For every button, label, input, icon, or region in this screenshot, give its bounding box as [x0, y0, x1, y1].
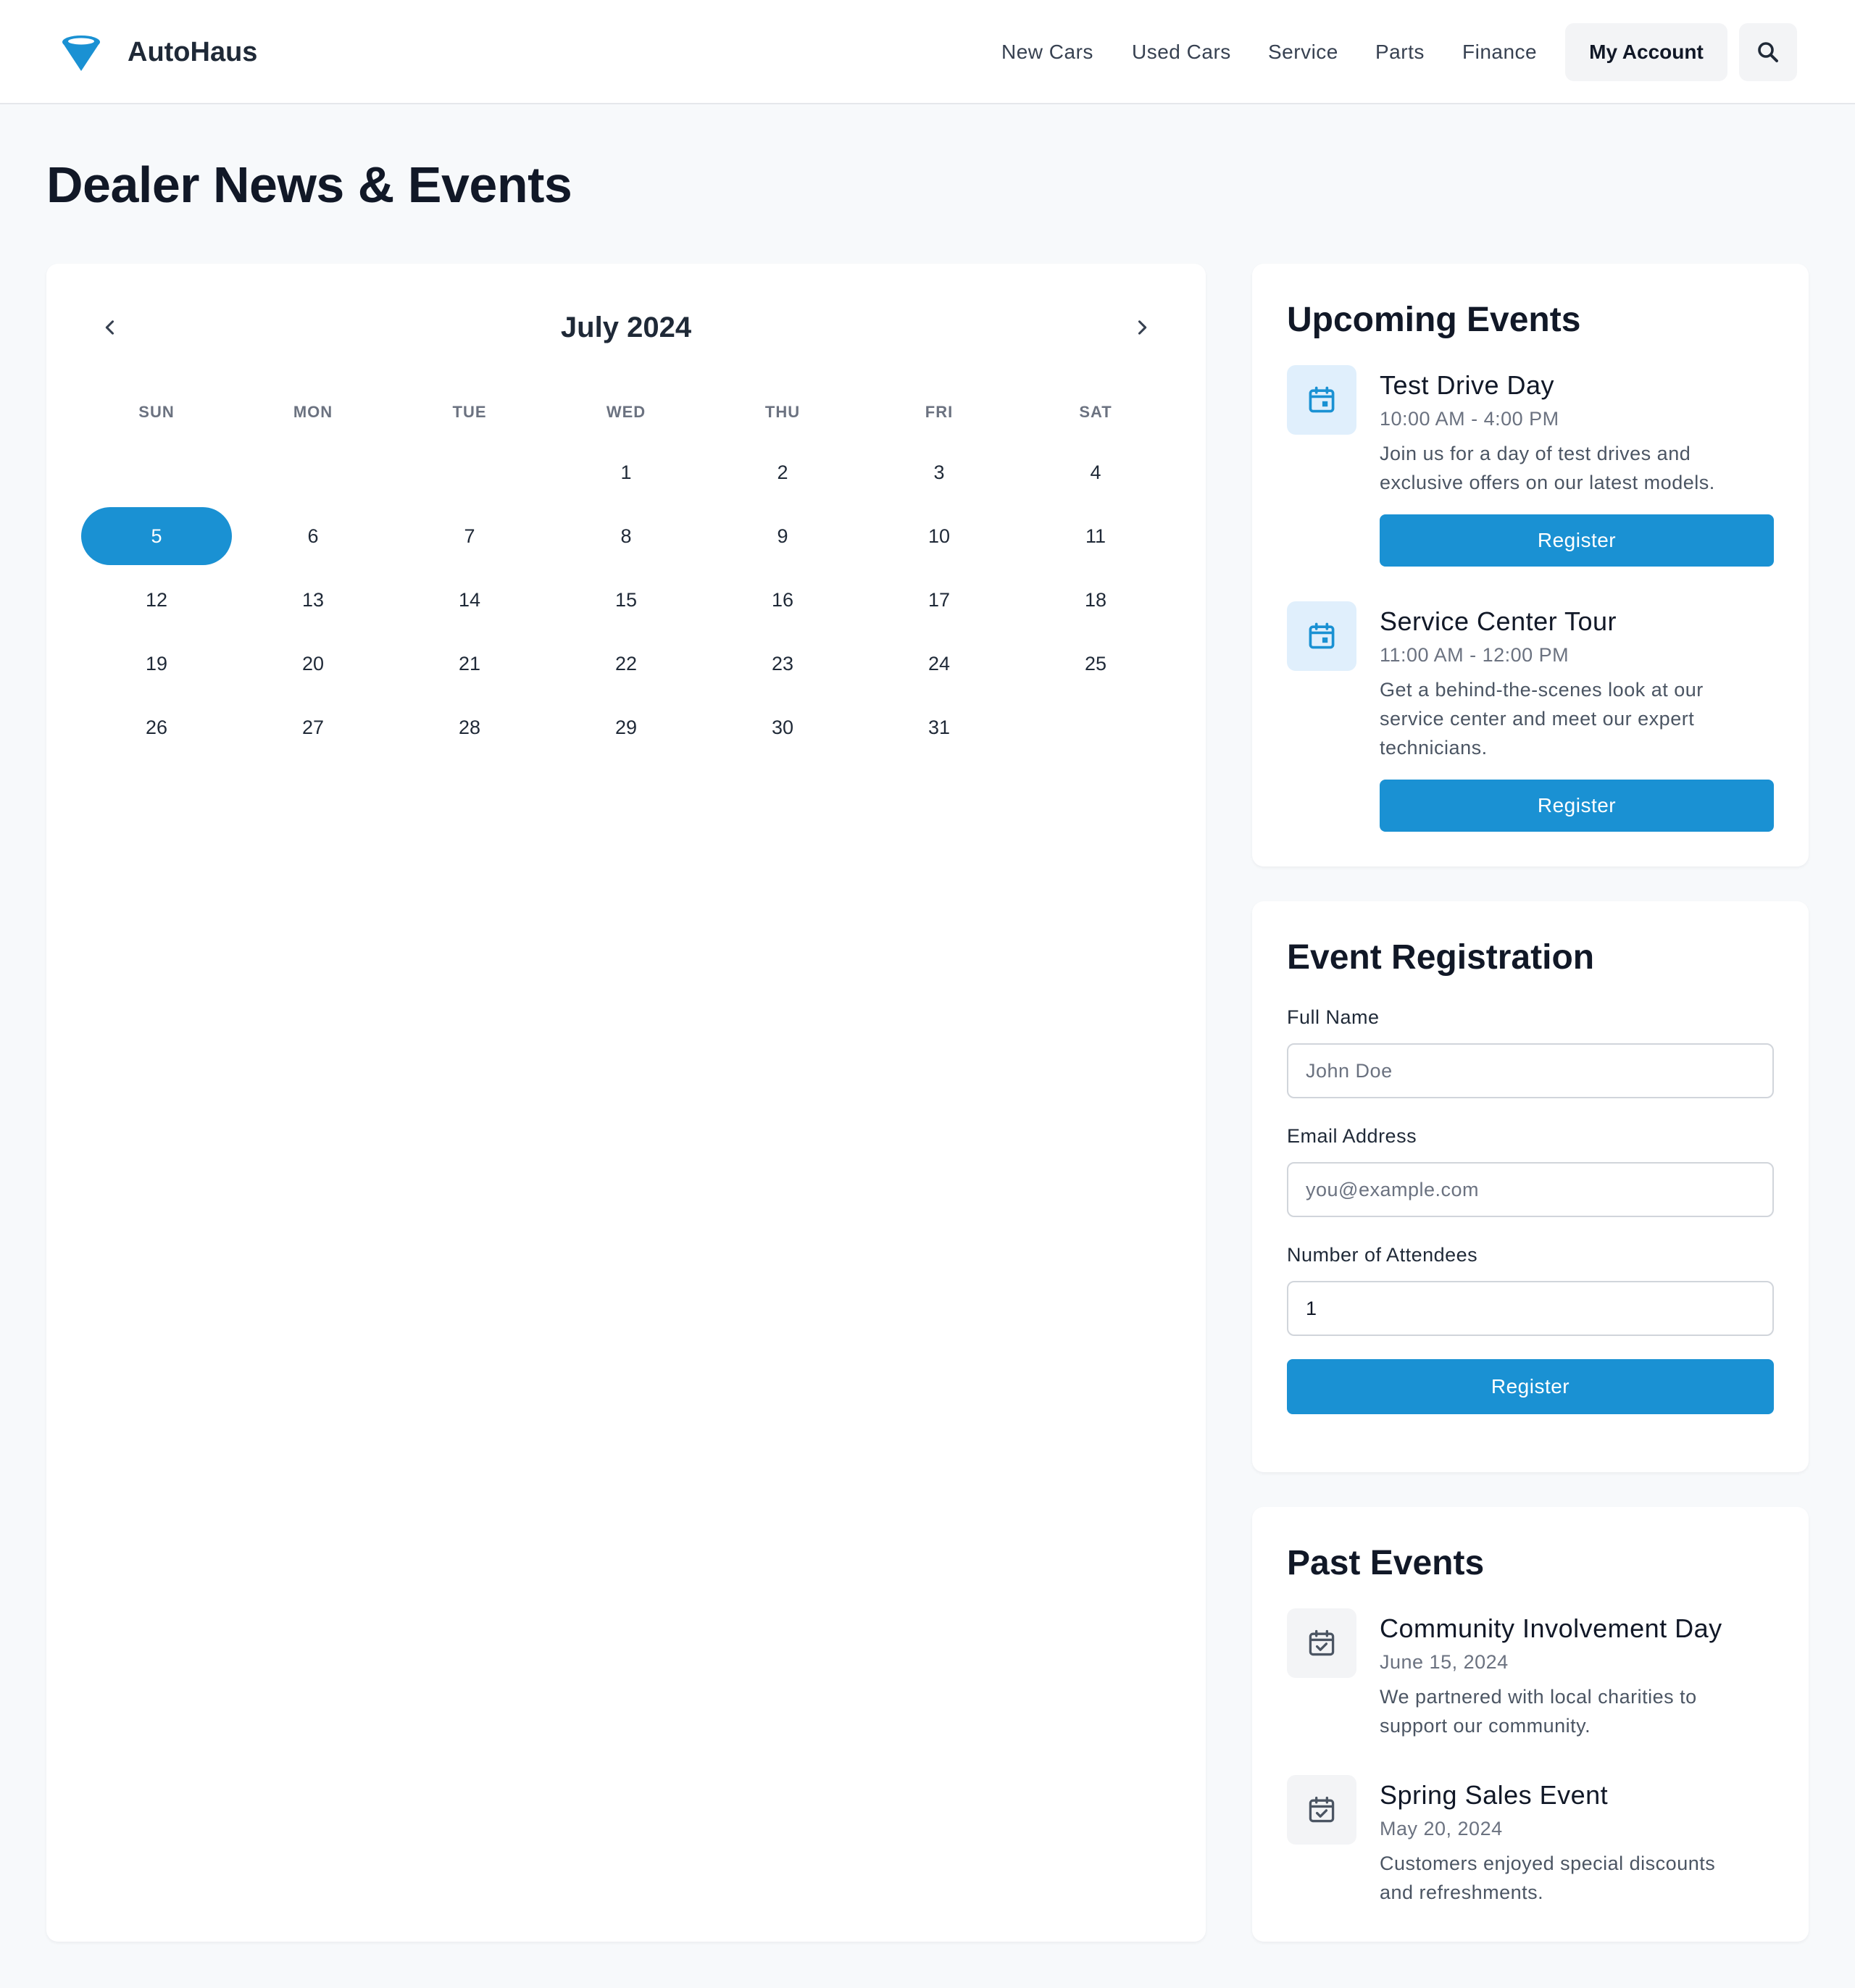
funnel-logo-icon[interactable]	[61, 32, 101, 72]
calendar-day[interactable]: 12	[81, 571, 232, 629]
calendar-day[interactable]: 5	[81, 507, 232, 565]
calendar-day[interactable]: 27	[238, 698, 388, 756]
nav-finance[interactable]: Finance	[1462, 36, 1537, 68]
calendar-day[interactable]: 6	[238, 507, 388, 565]
calendar-day[interactable]: 17	[864, 571, 1014, 629]
calendar-day[interactable]: 2	[707, 443, 858, 501]
calendar-day[interactable]: 9	[707, 507, 858, 565]
event-time: 10:00 AM - 4:00 PM	[1380, 408, 1559, 430]
calendar-day[interactable]: 24	[864, 635, 1014, 693]
past-events-title: Past Events	[1287, 1544, 1485, 1582]
weekday-mon: MON	[293, 403, 333, 421]
weekday-fri: FRI	[925, 403, 954, 421]
past-event-date: May 20, 2024	[1380, 1818, 1503, 1839]
calendar-day[interactable]: 13	[238, 571, 388, 629]
next-month-button[interactable]	[1119, 304, 1165, 351]
calendar-day[interactable]: 22	[551, 635, 701, 693]
calendar-day[interactable]: 15	[551, 571, 701, 629]
event-time: 11:00 AM - 12:00 PM	[1380, 644, 1570, 666]
calendar-icon	[1309, 622, 1335, 649]
email-label: Email Address	[1287, 1125, 1417, 1147]
past-event-title: Spring Sales Event	[1380, 1780, 1609, 1810]
event-description-line: Join us for a day of test drives and	[1380, 443, 1691, 464]
event-description-line: technicians.	[1380, 737, 1488, 759]
nav-service[interactable]: Service	[1268, 36, 1338, 68]
weekday-sun: SUN	[138, 403, 175, 421]
calendar-day[interactable]: 11	[1020, 507, 1171, 565]
calendar-day[interactable]: 16	[707, 571, 858, 629]
past-event-title: Community Involvement Day	[1380, 1613, 1722, 1643]
attendees-input[interactable]	[1287, 1281, 1774, 1336]
past-event-description-line: and refreshments.	[1380, 1882, 1544, 1903]
calendar-day[interactable]: 28	[394, 698, 545, 756]
event-icon	[1287, 365, 1356, 435]
event-description-line: Get a behind-the-scenes look at our	[1380, 679, 1704, 701]
event-description-line: exclusive offers on our latest models.	[1380, 472, 1715, 493]
past-event-description-line: We partnered with local charities to	[1380, 1686, 1697, 1708]
calendar-day[interactable]: 21	[394, 635, 545, 693]
event-description-line: service center and meet our expert	[1380, 708, 1695, 730]
full-name-label: Full Name	[1287, 1006, 1380, 1028]
calendar-day[interactable]: 23	[707, 635, 858, 693]
past-event-description-line: Customers enjoyed special discounts	[1380, 1853, 1716, 1874]
calendar-check-icon	[1309, 1629, 1335, 1656]
calendar-day[interactable]: 25	[1020, 635, 1171, 693]
weekday-thu: THU	[764, 403, 801, 421]
submit-registration-button[interactable]: Register	[1287, 1359, 1774, 1414]
calendar-check-icon	[1309, 1796, 1335, 1823]
calendar-day[interactable]: 19	[81, 635, 232, 693]
calendar-day[interactable]: 10	[864, 507, 1014, 565]
full-name-input[interactable]	[1287, 1043, 1774, 1098]
calendar-day[interactable]: 30	[707, 698, 858, 756]
event-title: Test Drive Day	[1380, 370, 1555, 400]
registration-title: Event Registration	[1287, 938, 1595, 977]
weekday-wed: WED	[606, 403, 646, 421]
calendar-day[interactable]: 8	[551, 507, 701, 565]
past-event-icon	[1287, 1608, 1356, 1678]
calendar-day[interactable]: 14	[394, 571, 545, 629]
register-service-tour-button[interactable]: Register	[1380, 780, 1774, 832]
weekday-sat: SAT	[1079, 403, 1112, 421]
page-title: Dealer News & Events	[46, 156, 572, 213]
past-event-icon	[1287, 1775, 1356, 1845]
event-title: Service Center Tour	[1380, 606, 1617, 636]
search-icon	[1758, 42, 1778, 62]
upcoming-events-title: Upcoming Events	[1287, 301, 1581, 339]
nav-new-cars[interactable]: New Cars	[1001, 36, 1093, 68]
calendar-icon	[1309, 386, 1335, 413]
search-button[interactable]	[1739, 23, 1797, 81]
past-event-date: June 15, 2024	[1380, 1651, 1509, 1673]
calendar-day[interactable]: 7	[394, 507, 545, 565]
calendar-day[interactable]: 26	[81, 698, 232, 756]
weekday-tue: TUE	[452, 403, 487, 421]
calendar-day[interactable]: 20	[238, 635, 388, 693]
calendar-month-label: July 2024	[560, 312, 692, 343]
event-icon	[1287, 601, 1356, 671]
site-header: AutoHaus New Cars Used Cars Service Part…	[0, 0, 1855, 104]
calendar-day[interactable]: 1	[551, 443, 701, 501]
calendar-day[interactable]: 31	[864, 698, 1014, 756]
nav-used-cars[interactable]: Used Cars	[1132, 36, 1231, 68]
attendees-label: Number of Attendees	[1287, 1244, 1478, 1266]
nav-parts[interactable]: Parts	[1375, 36, 1425, 68]
brand-name[interactable]: AutoHaus	[128, 32, 257, 72]
calendar-day[interactable]: 29	[551, 698, 701, 756]
calendar-day[interactable]: 18	[1020, 571, 1171, 629]
register-test-drive-button[interactable]: Register	[1380, 514, 1774, 567]
my-account-button[interactable]: My Account	[1565, 23, 1727, 81]
email-input[interactable]	[1287, 1162, 1774, 1217]
past-event-description-line: support our community.	[1380, 1715, 1591, 1737]
calendar-day[interactable]: 3	[864, 443, 1014, 501]
chevron-right-icon	[1138, 320, 1147, 335]
calendar-day[interactable]: 4	[1020, 443, 1171, 501]
